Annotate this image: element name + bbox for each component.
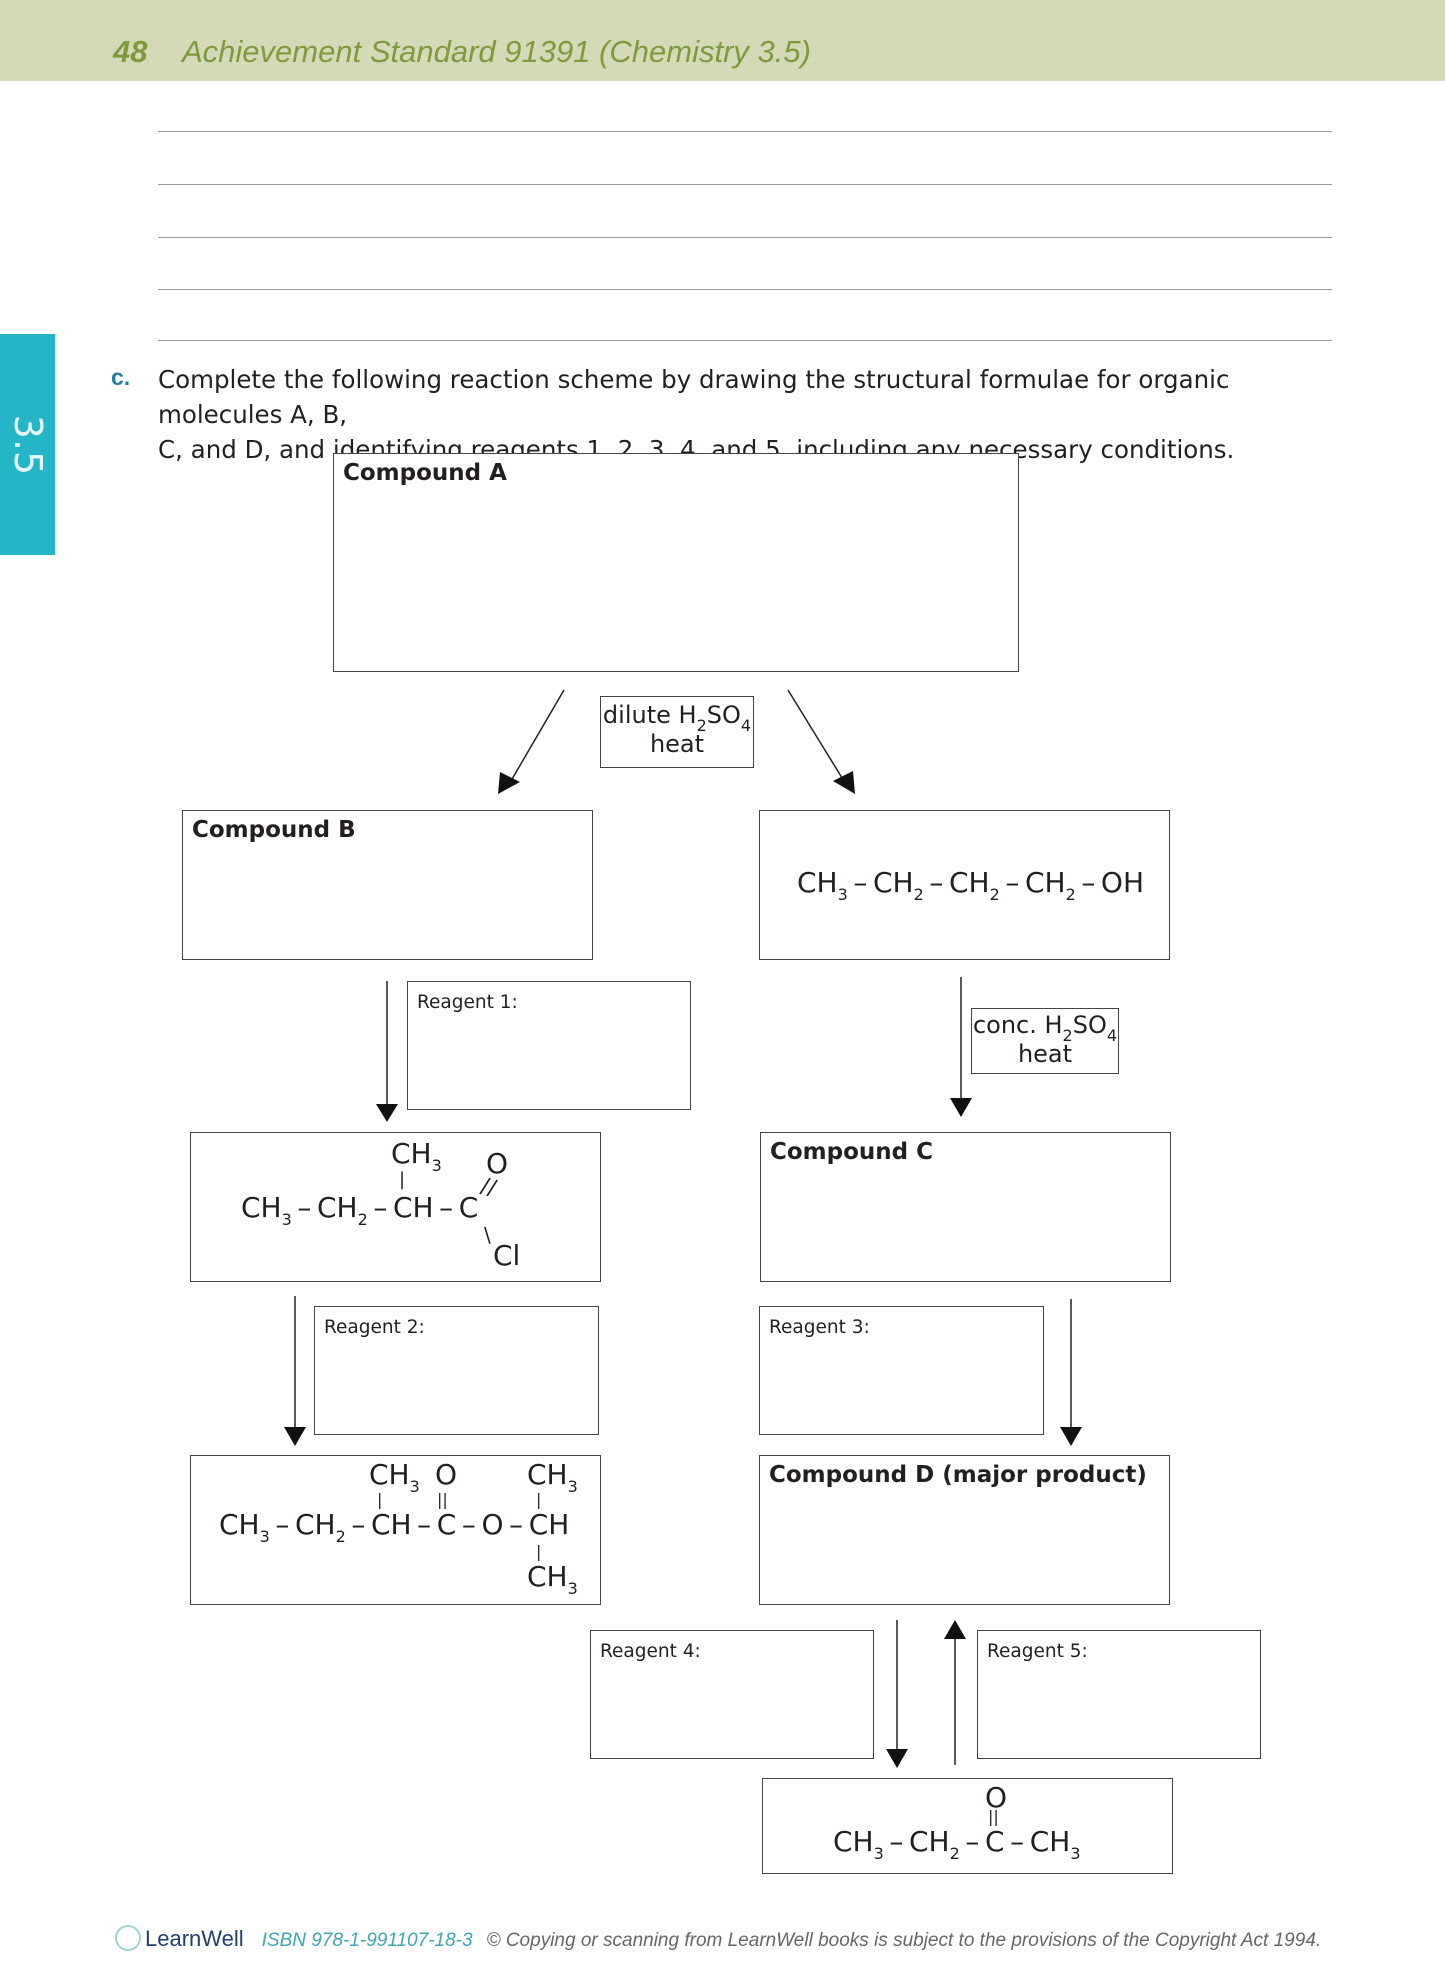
ester-box: CH3 O CH3 | || | CH3 – CH2 – CH – C – O …	[190, 1455, 601, 1605]
formula-text: CH3	[527, 1458, 578, 1496]
bond: |	[399, 1169, 406, 1190]
brand-name: LearnWell	[145, 1926, 244, 1951]
compound-a-box[interactable]: Compound A	[333, 453, 1019, 672]
arrowhead-icon	[284, 1427, 306, 1446]
arrowhead-icon	[944, 1620, 966, 1639]
reagent-2-label: Reagent 2:	[324, 1317, 425, 1338]
formula-text: Cl	[493, 1239, 521, 1272]
ketone-box: O || CH3 – CH2 – C – CH3	[762, 1778, 1173, 1874]
reagent-4-box[interactable]: Reagent 4:	[590, 1630, 874, 1759]
footer: LearnWell ISBN 978-1-991107-18-3 © Copying…	[115, 1925, 1321, 1952]
reagent-5-label: Reagent 5:	[987, 1641, 1088, 1662]
arrowhead-icon	[498, 772, 520, 794]
double-bond: //	[478, 1173, 499, 1202]
bond: |	[536, 1490, 542, 1509]
arrow-a-to-b	[507, 689, 565, 787]
formula-text: CH3 – CH2 – CH – C – O – CH	[219, 1508, 570, 1546]
subscript: 4	[1106, 1026, 1118, 1045]
compound-c-box[interactable]: Compound C	[760, 1132, 1171, 1282]
compound-c-label: Compound C	[770, 1139, 934, 1165]
condition-heat: heat	[649, 730, 705, 758]
compound-a-label: Compound A	[343, 460, 507, 486]
dilute-h2so4-condition: dilute H2SO4 heat	[600, 696, 754, 768]
condition-text: dilute H	[602, 701, 697, 729]
section-tab: 3.5	[0, 334, 55, 555]
butanol-box: CH3 – CH2 – CH2 – CH2 – OH	[759, 810, 1170, 960]
formula-text: O	[435, 1458, 458, 1491]
arrowhead-icon	[1060, 1427, 1082, 1446]
bond: |	[377, 1490, 383, 1509]
arrowhead-icon	[833, 771, 855, 794]
reagent-1-box[interactable]: Reagent 1:	[407, 981, 691, 1110]
question-text-line: Complete the following reaction scheme b…	[158, 365, 1230, 429]
reagent-4-label: Reagent 4:	[600, 1641, 701, 1662]
formula-text: CH3	[527, 1560, 578, 1598]
compound-d-box[interactable]: Compound D (major product)	[759, 1455, 1170, 1605]
arrowhead-icon	[950, 1098, 972, 1117]
double-bond: ||	[988, 1807, 999, 1826]
answer-line	[158, 237, 1332, 238]
bond: \	[484, 1223, 491, 1247]
section-tab-label: 3.5	[5, 414, 50, 475]
question-text: Complete the following reaction scheme b…	[158, 362, 1358, 467]
reagent-3-box[interactable]: Reagent 3:	[759, 1306, 1044, 1435]
arrowhead-icon	[376, 1104, 398, 1122]
answer-line	[158, 289, 1332, 290]
compound-b-label: Compound B	[192, 817, 356, 843]
condition-text: conc. H	[972, 1011, 1063, 1039]
copyright-notice: © Copying or scanning from LearnWell boo…	[486, 1930, 1322, 1951]
acyl-chloride-box: CH3 | O // CH3 – CH2 – CH – C \ Cl	[190, 1132, 601, 1282]
page-title: Achievement Standard 91391 (Chemistry 3.…	[182, 34, 811, 69]
condition-text: SO	[706, 701, 741, 729]
reagent-5-box[interactable]: Reagent 5:	[977, 1630, 1261, 1759]
conc-h2so4-condition: conc. H2SO4 heat	[971, 1008, 1119, 1074]
condition-text: SO	[1072, 1011, 1107, 1039]
formula-text: CH3 – CH2 – C – CH3	[833, 1825, 1081, 1863]
formula-text: CH3	[369, 1458, 420, 1496]
compound-b-box[interactable]: Compound B	[182, 810, 593, 960]
arrow-a-to-butanol	[787, 689, 848, 787]
answer-line	[158, 131, 1332, 132]
compound-d-label: Compound D (major product)	[769, 1462, 1147, 1488]
arrowhead-icon	[886, 1749, 908, 1768]
butanol-formula: CH3 – CH2 – CH2 – CH2 – OH	[797, 866, 1145, 904]
reagent-3-label: Reagent 3:	[769, 1317, 870, 1338]
condition-heat: heat	[1017, 1040, 1073, 1068]
learnwell-logo-icon	[115, 1925, 141, 1951]
isbn: ISBN 978-1-991107-18-3	[261, 1930, 473, 1951]
answer-line	[158, 340, 1332, 341]
answer-line	[158, 184, 1332, 185]
formula-text: CH3 – CH2 – CH – C	[241, 1191, 479, 1229]
reagent-1-label: Reagent 1:	[417, 992, 518, 1013]
page-number: 48	[113, 34, 148, 69]
page-header: 48 Achievement Standard 91391 (Chemistry…	[0, 0, 1445, 81]
subscript: 4	[740, 716, 752, 735]
reagent-2-box[interactable]: Reagent 2:	[314, 1306, 599, 1435]
bond: |	[536, 1542, 542, 1561]
formula-text: CH3	[391, 1137, 442, 1175]
question-label: c.	[111, 364, 131, 390]
double-bond: ||	[437, 1490, 448, 1509]
